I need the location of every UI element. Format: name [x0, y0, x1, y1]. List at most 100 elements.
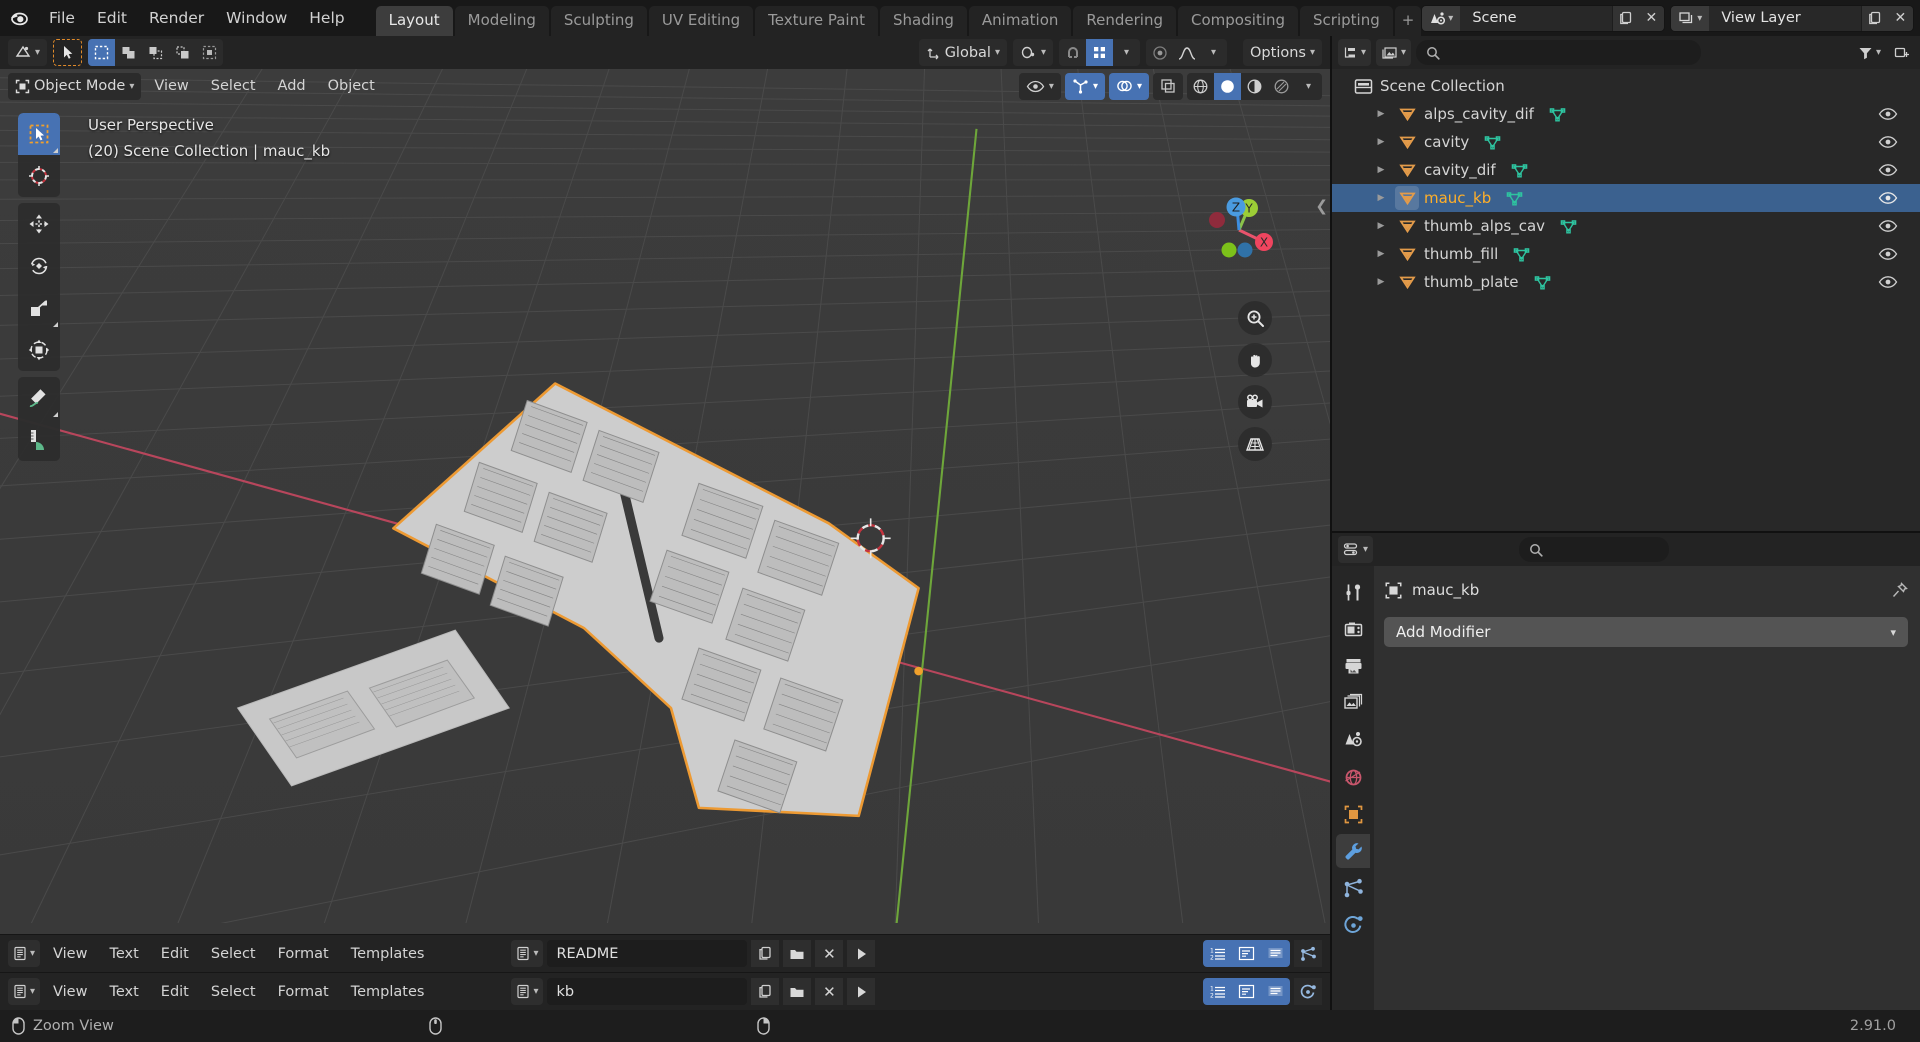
properties-search-input[interactable]	[1519, 537, 1670, 562]
close-x-icon[interactable]: ✕	[815, 940, 844, 967]
text-menu-format[interactable]: Format	[269, 943, 338, 965]
select-intersect-icon[interactable]	[196, 39, 223, 66]
menu-window[interactable]: Window	[215, 5, 298, 31]
mesh-data-icon[interactable]	[1548, 106, 1567, 123]
text-datablock-icon[interactable]: ▾	[511, 940, 544, 967]
properties-tab-output[interactable]	[1336, 649, 1370, 683]
word-wrap-icon[interactable]	[1232, 978, 1261, 1005]
menu-edit[interactable]: Edit	[86, 5, 138, 31]
play-script-icon[interactable]	[847, 978, 876, 1005]
outliner-item-thumb_alps_cav[interactable]: ▶ thumb_alps_cav	[1332, 212, 1920, 240]
new-collection-button[interactable]	[1890, 40, 1914, 65]
mesh-data-icon[interactable]	[1512, 246, 1531, 263]
select-extend-icon[interactable]	[115, 39, 142, 66]
expand-triangle-icon[interactable]: ▶	[1368, 165, 1394, 175]
editor-type-properties-icon[interactable]: ▾	[1338, 536, 1374, 563]
properties-tab-physics[interactable]	[1336, 908, 1370, 942]
shading-material-icon[interactable]	[1241, 73, 1268, 100]
text-menu-select[interactable]: Select	[202, 943, 265, 965]
visibility-eye-icon[interactable]	[1878, 136, 1898, 149]
text-menu-edit[interactable]: Edit	[152, 981, 198, 1003]
text-filename-field[interactable]: kb	[547, 978, 748, 1005]
editor-type-outliner-icon[interactable]: ▾	[1338, 39, 1372, 66]
properties-tab-render[interactable]	[1336, 612, 1370, 646]
outliner-item-cavity_dif[interactable]: ▶ cavity_dif	[1332, 156, 1920, 184]
play-script-icon[interactable]	[847, 940, 876, 967]
tool-transform-button[interactable]	[18, 329, 60, 371]
view-layer-selector[interactable]: ▾ View Layer ✕	[1670, 4, 1915, 32]
expand-triangle-icon[interactable]: ▶	[1368, 109, 1394, 119]
chevron-down-icon[interactable]: ▾	[1200, 39, 1227, 66]
text-menu-view[interactable]: View	[44, 981, 96, 1003]
text-new-copy-icon[interactable]	[751, 940, 780, 967]
outliner-item-thumb_fill[interactable]: ▶ thumb_fill	[1332, 240, 1920, 268]
text-datablock-icon[interactable]: ▾	[511, 978, 544, 1005]
scene-selector[interactable]: ▾ Scene ✕	[1421, 4, 1666, 32]
visibility-eye-icon[interactable]	[1878, 248, 1898, 261]
gizmo-toggle[interactable]: ▾	[1064, 72, 1105, 100]
tab-rendering[interactable]: Rendering	[1073, 6, 1176, 36]
properties-tab-particles[interactable]	[1336, 871, 1370, 905]
visibility-eye-icon[interactable]	[1878, 192, 1898, 205]
tab-texture-paint[interactable]: Texture Paint	[755, 6, 878, 36]
tool-tweak-button[interactable]	[18, 113, 60, 155]
editor-type-text-icon[interactable]: ▾	[8, 940, 41, 967]
blender-logo-icon[interactable]	[8, 3, 32, 33]
overlays-toggle[interactable]: ▾	[1108, 72, 1149, 100]
mesh-data-icon[interactable]	[1505, 190, 1524, 207]
expand-triangle-icon[interactable]: ▶	[1368, 137, 1394, 147]
word-wrap-icon[interactable]	[1232, 940, 1261, 967]
pivot-point-dropdown[interactable]: ▾	[1012, 39, 1054, 66]
menu-file[interactable]: File	[38, 5, 86, 31]
select-box-icon[interactable]	[88, 39, 116, 66]
scene-new-icon[interactable]	[1612, 5, 1639, 31]
text-menu-select[interactable]: Select	[202, 981, 265, 1003]
active-tool-button[interactable]	[53, 39, 83, 66]
visibility-dropdown[interactable]: ▾	[1018, 72, 1061, 100]
outliner-root-row[interactable]: Scene Collection	[1332, 72, 1920, 100]
outliner-search-input[interactable]	[1416, 40, 1702, 65]
text-menu-edit[interactable]: Edit	[152, 943, 198, 965]
folder-open-icon[interactable]	[783, 978, 812, 1005]
tool-rotate-button[interactable]	[18, 245, 60, 287]
text-filename-field[interactable]: README	[547, 940, 748, 967]
falloff-curve-icon[interactable]	[1173, 39, 1200, 66]
tab-uv-editing[interactable]: UV Editing	[648, 6, 754, 36]
sidebar-collapse-icon[interactable]: ❮	[1315, 197, 1328, 215]
tool-cursor-button[interactable]	[18, 155, 60, 197]
options-dropdown[interactable]: Options ▾	[1243, 39, 1322, 66]
select-subtract-icon[interactable]	[142, 39, 169, 66]
tab-sculpting[interactable]: Sculpting	[550, 6, 647, 36]
text-menu-text[interactable]: Text	[100, 981, 147, 1003]
syntax-highlight-icon[interactable]	[1261, 940, 1290, 967]
grid-perspective-icon[interactable]	[1238, 427, 1272, 461]
text-menu-view[interactable]: View	[44, 943, 96, 965]
zoom-magnifier-icon[interactable]	[1238, 301, 1272, 335]
text-new-copy-icon[interactable]	[751, 978, 780, 1005]
particles-side-icon[interactable]	[1294, 940, 1322, 967]
snap-grid-icon[interactable]	[1086, 39, 1114, 66]
visibility-eye-icon[interactable]	[1878, 276, 1898, 289]
pin-icon[interactable]	[1891, 581, 1908, 599]
scene-unlink-icon[interactable]: ✕	[1638, 5, 1665, 31]
shading-rendered-icon[interactable]	[1268, 73, 1295, 100]
text-menu-templates[interactable]: Templates	[342, 943, 434, 965]
scene-name[interactable]: Scene	[1460, 6, 1612, 31]
text-menu-text[interactable]: Text	[100, 943, 147, 965]
tab-add-workspace[interactable]: +	[1394, 6, 1422, 36]
magnet-icon[interactable]	[1059, 39, 1086, 66]
visibility-eye-icon[interactable]	[1878, 220, 1898, 233]
mesh-data-icon[interactable]	[1510, 162, 1529, 179]
viewport-menu-add[interactable]: Add	[269, 74, 315, 98]
expand-triangle-icon[interactable]: ▶	[1368, 193, 1394, 203]
shading-solid-icon[interactable]	[1214, 72, 1241, 100]
editor-type-3dview-icon[interactable]: ▾	[8, 39, 48, 66]
properties-tab-view-layer[interactable]	[1336, 686, 1370, 720]
tab-scripting[interactable]: Scripting	[1300, 6, 1393, 36]
proportional-edit-icon[interactable]	[1146, 39, 1173, 66]
chevron-down-icon[interactable]: ▾	[1113, 39, 1140, 66]
properties-tab-tool[interactable]	[1336, 575, 1370, 609]
close-x-icon[interactable]: ✕	[815, 978, 844, 1005]
expand-triangle-icon[interactable]: ▶	[1368, 277, 1394, 287]
add-modifier-button[interactable]: Add Modifier ▾	[1384, 617, 1908, 647]
